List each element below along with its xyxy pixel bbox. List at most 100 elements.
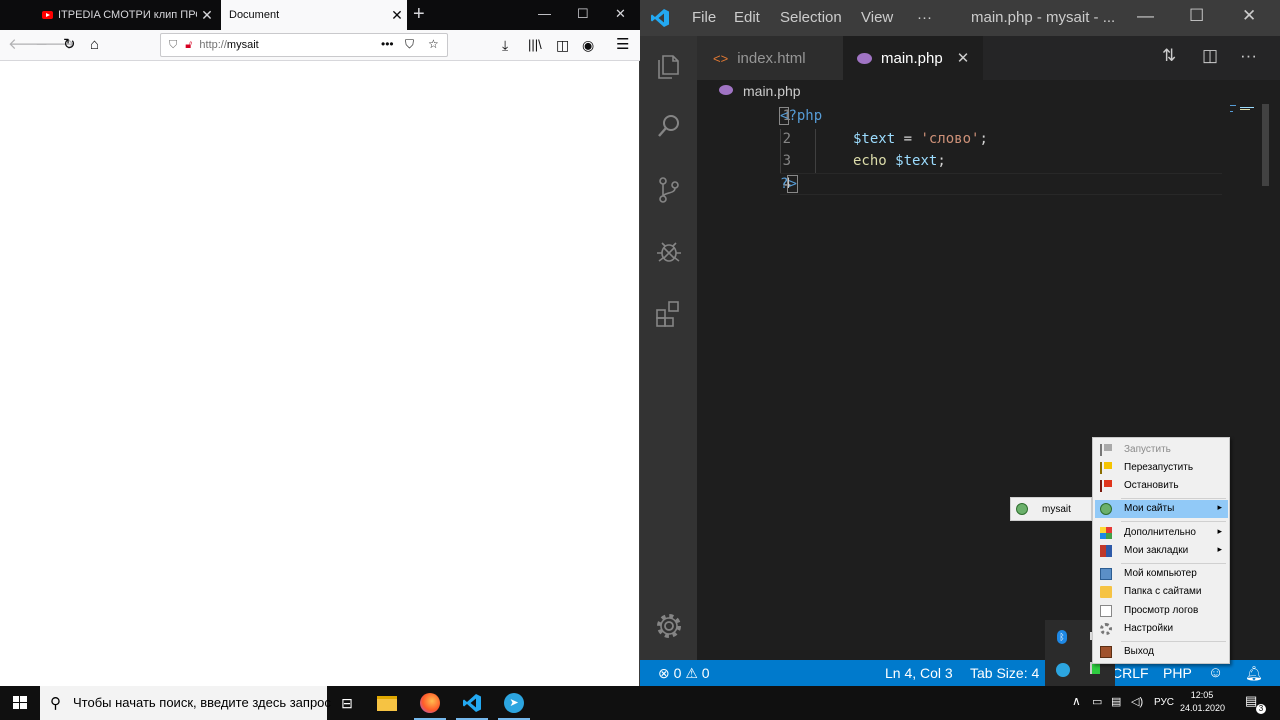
menu-item-exit[interactable]: Выход: [1095, 643, 1228, 661]
bookmarks-icon: [1100, 545, 1112, 557]
firefox-tab-youtube[interactable]: ITPEDIA СМОТРИ клип ПРО С ✕: [32, 0, 217, 30]
code-variable: $text: [895, 153, 938, 169]
network-icon[interactable]: ▤: [1111, 695, 1121, 708]
show-hidden-icons-chevron[interactable]: ∧: [1072, 694, 1081, 708]
menu-file[interactable]: File: [692, 9, 716, 26]
red-flag-icon: [1100, 480, 1112, 492]
compare-changes-icon[interactable]: ⇅: [1162, 46, 1176, 66]
hamburger-menu-icon[interactable]: ☰: [616, 35, 629, 55]
volume-icon[interactable]: ◁): [1131, 695, 1143, 708]
extensions-icon[interactable]: [653, 298, 685, 330]
reload-icon[interactable]: ↻: [63, 35, 76, 55]
tab-title: Document: [229, 9, 280, 21]
windows-taskbar: ⚲ Чтобы начать поиск, введите здесь запр…: [0, 686, 1280, 720]
more-dots-icon[interactable]: •••: [381, 37, 394, 51]
input-language[interactable]: РУС: [1154, 697, 1174, 708]
maximize-button[interactable]: ☐: [577, 6, 589, 22]
php-open-tag: ?php: [788, 108, 823, 124]
windows-start-icon[interactable]: [0, 686, 40, 720]
menu-item-restart[interactable]: Перезапустить: [1095, 459, 1228, 477]
tab-main-php[interactable]: main.php ✕: [843, 36, 983, 80]
firefox-taskbar-icon[interactable]: [410, 686, 450, 720]
menu-item-label: Остановить: [1124, 480, 1179, 491]
gear-icon: [1100, 623, 1112, 635]
battery-icon[interactable]: ▭: [1092, 695, 1102, 708]
close-tab-icon[interactable]: ✕: [387, 7, 407, 24]
menu-view[interactable]: View: [861, 9, 893, 26]
menu-item-sites-folder[interactable]: Папка с сайтами: [1095, 583, 1228, 601]
taskbar-search-box[interactable]: ⚲ Чтобы начать поиск, введите здесь запр…: [40, 686, 331, 720]
menu-selection[interactable]: Selection: [780, 9, 842, 26]
more-actions-icon[interactable]: ···: [1240, 46, 1257, 66]
menu-item-label: Выход: [1124, 646, 1154, 657]
vscode-taskbar-icon[interactable]: [452, 686, 492, 720]
pocket-icon[interactable]: ⛉: [405, 37, 414, 52]
shield-icon[interactable]: ⛉: [169, 39, 177, 52]
minimize-button[interactable]: —: [538, 6, 551, 21]
download-icon[interactable]: ⤓: [502, 35, 508, 55]
menu-item-label: Просмотр логов: [1124, 605, 1199, 616]
task-view-icon[interactable]: ⊟: [327, 686, 367, 720]
url-host: mysait: [226, 39, 259, 51]
telegram-tray-icon[interactable]: [1056, 663, 1070, 677]
source-control-icon[interactable]: [653, 174, 685, 206]
breadcrumb-file[interactable]: main.php: [743, 83, 801, 99]
feedback-smiley-icon[interactable]: ☺: [1208, 664, 1223, 681]
notifications-bell-icon[interactable]: 🔔︎: [1245, 665, 1263, 682]
close-window-button[interactable]: ✕: [1242, 6, 1256, 26]
explorer-icon[interactable]: [653, 50, 685, 82]
debug-icon[interactable]: [653, 235, 685, 267]
menu-item-bookmarks[interactable]: Мои закладки ▸: [1095, 542, 1228, 560]
menu-edit[interactable]: Edit: [734, 9, 760, 26]
menu-item-label: Мой компьютер: [1124, 568, 1197, 579]
library-icon[interactable]: |||\: [528, 35, 542, 55]
insecure-lock-icon[interactable]: 🔓︎: [185, 39, 192, 52]
tab-index-html[interactable]: <> index.html: [697, 36, 843, 80]
split-editor-icon[interactable]: ◫: [1202, 46, 1218, 66]
menu-item-view-logs[interactable]: Просмотр логов: [1095, 602, 1228, 620]
bookmark-star-icon[interactable]: ☆: [428, 37, 439, 51]
log-icon: [1100, 605, 1112, 617]
search-placeholder: Чтобы начать поиск, введите здесь запрос: [73, 695, 331, 710]
menu-more[interactable]: ···: [917, 9, 932, 26]
menu-item-stop[interactable]: Остановить: [1095, 477, 1228, 495]
cursor-position[interactable]: Ln 4, Col 3: [885, 665, 953, 681]
language-mode[interactable]: PHP: [1163, 665, 1192, 681]
editor-tabs: <> index.html main.php ✕ ⇅ ◫ ···: [697, 36, 1280, 80]
vertical-scrollbar[interactable]: [1262, 104, 1269, 186]
submenu-arrow-icon: ▸: [1217, 526, 1222, 536]
close-window-button[interactable]: ✕: [615, 6, 626, 22]
minimize-button[interactable]: —: [1137, 6, 1154, 26]
problems-indicator[interactable]: ⊗ 0 ⚠ 0: [658, 665, 710, 682]
firefox-tab-document[interactable]: Document ✕: [221, 0, 407, 30]
submenu-item-mysait[interactable]: mysait: [1042, 504, 1071, 515]
home-icon[interactable]: ⌂: [90, 35, 99, 55]
globe-icon: [1016, 503, 1028, 515]
url-bar[interactable]: ⛉ 🔓︎ http:// mysait ••• ⛉ ☆: [160, 33, 448, 57]
settings-gear-icon[interactable]: [653, 610, 685, 642]
menu-item-label: Мои сайты: [1124, 503, 1175, 514]
sidebar-icon[interactable]: ◫: [556, 35, 569, 55]
end-of-line[interactable]: CRLF: [1112, 665, 1149, 681]
clock[interactable]: 12:05 24.01.2020: [1180, 689, 1225, 715]
menu-item-label: Мои закладки: [1124, 545, 1189, 556]
submenu-arrow-icon: ▸: [1217, 544, 1222, 554]
search-icon[interactable]: [653, 110, 685, 142]
menu-item-settings[interactable]: Настройки: [1095, 620, 1228, 638]
menu-item-my-computer[interactable]: Мой компьютер: [1095, 565, 1228, 583]
close-tab-icon[interactable]: ✕: [957, 49, 970, 67]
file-explorer-icon[interactable]: [367, 686, 407, 720]
minimap[interactable]: [1230, 104, 1262, 114]
bluetooth-icon[interactable]: ᛒ: [1057, 630, 1067, 644]
tab-size[interactable]: Tab Size: 4: [970, 665, 1039, 681]
telegram-taskbar-icon[interactable]: ➤: [494, 686, 534, 720]
window-title: main.php - mysait - ...: [971, 9, 1116, 26]
vscode-titlebar: File Edit Selection View ··· main.php - …: [640, 0, 1280, 36]
account-icon[interactable]: ◉: [582, 35, 594, 55]
menu-item-my-sites[interactable]: Мои сайты ▸: [1095, 500, 1228, 518]
menu-item-start[interactable]: Запустить: [1095, 441, 1228, 459]
new-tab-button[interactable]: +: [413, 4, 425, 24]
close-tab-icon[interactable]: ✕: [197, 7, 217, 24]
menu-item-additional[interactable]: Дополнительно ▸: [1095, 524, 1228, 542]
maximize-button[interactable]: ☐: [1189, 6, 1204, 26]
